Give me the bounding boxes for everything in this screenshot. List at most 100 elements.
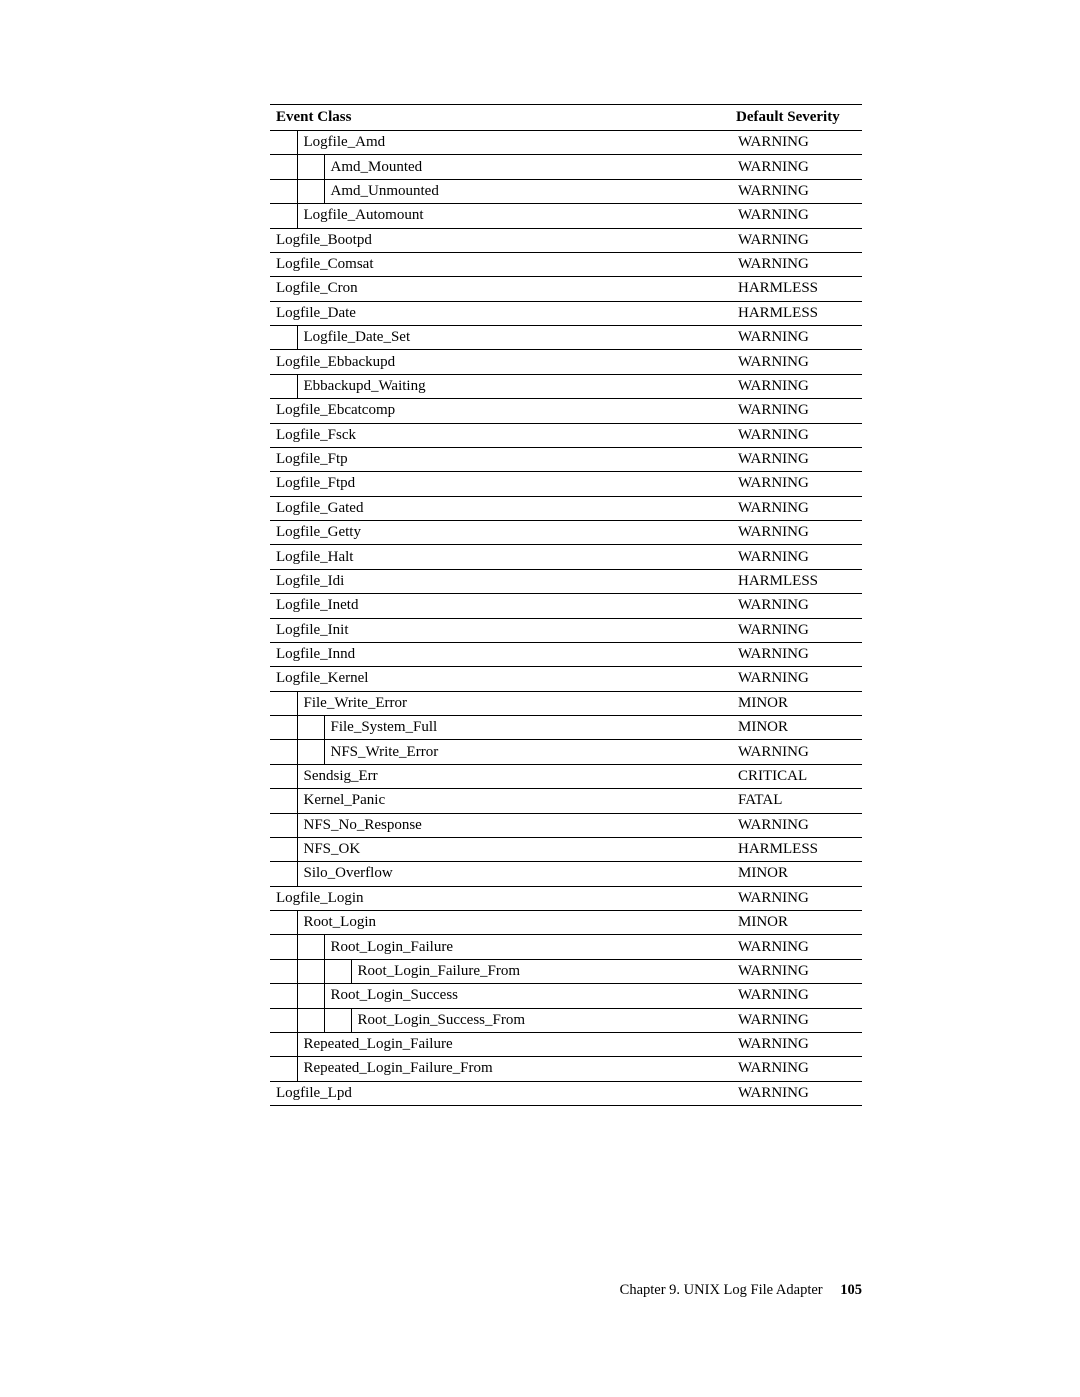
indent-cell — [270, 837, 297, 861]
indent-cell — [297, 716, 324, 740]
event-class-name: Logfile_Amd — [297, 131, 732, 155]
event-class-name: Logfile_Fsck — [270, 423, 732, 447]
table-row: NFS_No_ResponseWARNING — [270, 813, 862, 837]
severity-value: WARNING — [732, 155, 862, 179]
event-class-name: Logfile_Init — [270, 618, 732, 642]
indent-cell — [270, 764, 297, 788]
event-class-name: Root_Login_Failure_From — [351, 959, 732, 983]
severity-value: WARNING — [732, 1081, 862, 1105]
event-class-name: Amd_Unmounted — [324, 179, 732, 203]
indent-cell — [270, 911, 297, 935]
severity-value: HARMLESS — [732, 301, 862, 325]
severity-value: MINOR — [732, 862, 862, 886]
severity-value: WARNING — [732, 545, 862, 569]
event-class-name: Root_Login_Success — [324, 984, 732, 1008]
table-row: File_System_FullMINOR — [270, 716, 862, 740]
table-row: Logfile_FsckWARNING — [270, 423, 862, 447]
indent-cell — [324, 959, 351, 983]
event-class-name: Logfile_Getty — [270, 521, 732, 545]
table-row: Logfile_BootpdWARNING — [270, 228, 862, 252]
table-row: Logfile_LoginWARNING — [270, 886, 862, 910]
table-row: File_Write_ErrorMINOR — [270, 691, 862, 715]
severity-value: WARNING — [732, 813, 862, 837]
severity-value: WARNING — [732, 1008, 862, 1032]
severity-value: WARNING — [732, 179, 862, 203]
indent-cell — [297, 1008, 324, 1032]
indent-cell — [297, 984, 324, 1008]
event-class-name: Logfile_Inetd — [270, 594, 732, 618]
severity-value: WARNING — [732, 642, 862, 666]
severity-value: WARNING — [732, 399, 862, 423]
event-class-name: Silo_Overflow — [297, 862, 732, 886]
page: Event Class Default Severity Logfile_Amd… — [0, 0, 1080, 1397]
table-body: Logfile_AmdWARNINGAmd_MountedWARNINGAmd_… — [270, 131, 862, 1106]
table-row: Logfile_AmdWARNING — [270, 131, 862, 155]
severity-value: WARNING — [732, 496, 862, 520]
event-class-name: Logfile_Idi — [270, 569, 732, 593]
indent-cell — [270, 959, 297, 983]
severity-value: MINOR — [732, 716, 862, 740]
table-row: Logfile_InndWARNING — [270, 642, 862, 666]
event-class-name: Logfile_Comsat — [270, 252, 732, 276]
table-row: Amd_UnmountedWARNING — [270, 179, 862, 203]
event-class-name: Logfile_Login — [270, 886, 732, 910]
indent-cell — [270, 716, 297, 740]
severity-value: CRITICAL — [732, 764, 862, 788]
event-class-name: Root_Login_Success_From — [351, 1008, 732, 1032]
event-class-name: Logfile_Halt — [270, 545, 732, 569]
table-row: Repeated_Login_Failure_FromWARNING — [270, 1057, 862, 1081]
severity-value: HARMLESS — [732, 569, 862, 593]
event-class-name: Amd_Mounted — [324, 155, 732, 179]
table-row: Logfile_DateHARMLESS — [270, 301, 862, 325]
table-row: Logfile_Date_SetWARNING — [270, 326, 862, 350]
severity-value: WARNING — [732, 984, 862, 1008]
event-class-name: NFS_OK — [297, 837, 732, 861]
event-class-name: Logfile_Date — [270, 301, 732, 325]
severity-value: HARMLESS — [732, 277, 862, 301]
severity-value: MINOR — [732, 911, 862, 935]
table-row: NFS_Write_ErrorWARNING — [270, 740, 862, 764]
severity-value: WARNING — [732, 1032, 862, 1056]
severity-value: WARNING — [732, 350, 862, 374]
header-event-class: Event Class — [270, 105, 732, 131]
table-row: Kernel_PanicFATAL — [270, 789, 862, 813]
event-class-name: NFS_Write_Error — [324, 740, 732, 764]
event-class-name: Sendsig_Err — [297, 764, 732, 788]
table-header-row: Event Class Default Severity — [270, 105, 862, 131]
indent-cell — [297, 179, 324, 203]
indent-cell — [270, 935, 297, 959]
event-class-name: Repeated_Login_Failure — [297, 1032, 732, 1056]
event-class-name: File_System_Full — [324, 716, 732, 740]
table-row: Silo_OverflowMINOR — [270, 862, 862, 886]
event-class-name: Logfile_Kernel — [270, 667, 732, 691]
event-class-name: Ebbackupd_Waiting — [297, 374, 732, 398]
event-class-name: Logfile_Ftp — [270, 447, 732, 471]
table-row: Logfile_ComsatWARNING — [270, 252, 862, 276]
event-class-name: Logfile_Ebcatcomp — [270, 399, 732, 423]
event-class-name: Logfile_Innd — [270, 642, 732, 666]
indent-cell — [270, 179, 297, 203]
severity-value: WARNING — [732, 447, 862, 471]
indent-cell — [270, 1057, 297, 1081]
table-row: Logfile_EbcatcompWARNING — [270, 399, 862, 423]
table-row: Logfile_FtpdWARNING — [270, 472, 862, 496]
table-row: Sendsig_ErrCRITICAL — [270, 764, 862, 788]
event-class-name: Logfile_Ftpd — [270, 472, 732, 496]
event-class-name: File_Write_Error — [297, 691, 732, 715]
indent-cell — [297, 959, 324, 983]
event-class-name: Logfile_Bootpd — [270, 228, 732, 252]
indent-cell — [270, 691, 297, 715]
indent-cell — [270, 740, 297, 764]
event-class-name: Root_Login — [297, 911, 732, 935]
indent-cell — [270, 131, 297, 155]
event-class-name: Repeated_Login_Failure_From — [297, 1057, 732, 1081]
table-row: NFS_OKHARMLESS — [270, 837, 862, 861]
severity-value: HARMLESS — [732, 837, 862, 861]
indent-cell — [270, 813, 297, 837]
table-row: Root_Login_Success_FromWARNING — [270, 1008, 862, 1032]
indent-cell — [270, 789, 297, 813]
table-row: Logfile_GettyWARNING — [270, 521, 862, 545]
event-class-name: Logfile_Date_Set — [297, 326, 732, 350]
table-row: Logfile_AutomountWARNING — [270, 204, 862, 228]
table-row: Logfile_FtpWARNING — [270, 447, 862, 471]
